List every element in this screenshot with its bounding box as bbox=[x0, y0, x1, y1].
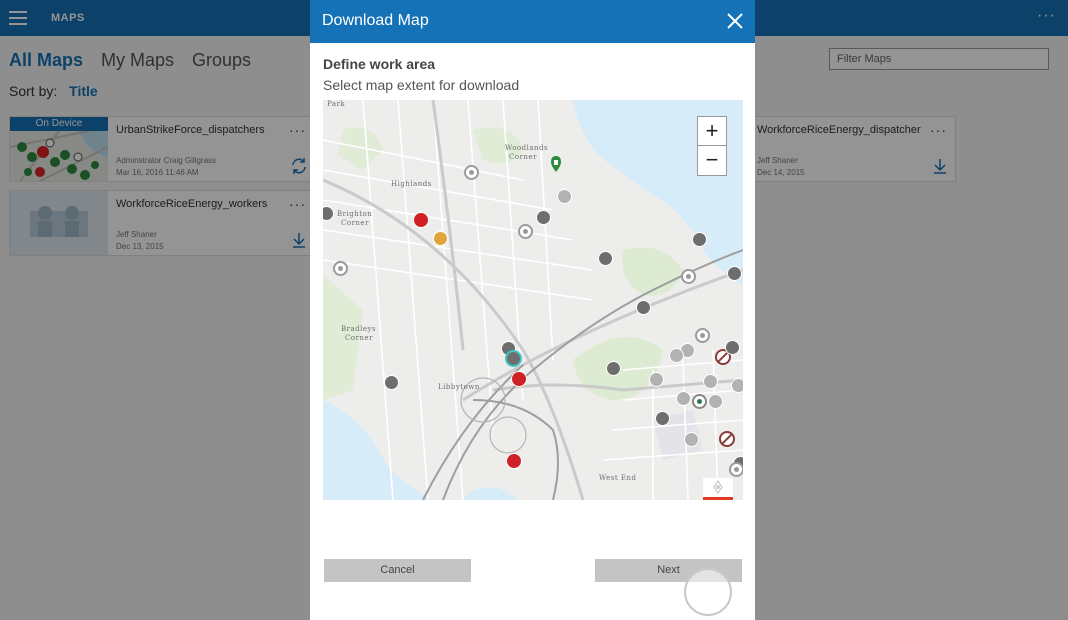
map-marker[interactable] bbox=[433, 231, 448, 246]
map-marker[interactable] bbox=[384, 375, 399, 390]
cancel-button[interactable]: Cancel bbox=[324, 559, 471, 582]
zoom-control: + − bbox=[697, 116, 727, 176]
map-marker[interactable] bbox=[731, 378, 743, 393]
map-marker[interactable] bbox=[684, 432, 699, 447]
map-marker[interactable] bbox=[649, 372, 664, 387]
map-marker[interactable] bbox=[536, 210, 551, 225]
map-label: West End bbox=[599, 474, 637, 482]
work-area-subheading: Select map extent for download bbox=[323, 77, 520, 93]
dialog-title: Download Map bbox=[322, 12, 429, 29]
map-marker[interactable] bbox=[725, 340, 740, 355]
map-label: Corner bbox=[509, 153, 537, 161]
touch-indicator bbox=[684, 568, 732, 616]
map-marker[interactable] bbox=[703, 374, 718, 389]
map-label: Park bbox=[327, 100, 346, 108]
map-marker[interactable] bbox=[464, 165, 479, 180]
map-extent-view[interactable]: Park Woodlands Corner Highlands Brighton… bbox=[323, 100, 743, 500]
map-marker[interactable] bbox=[333, 261, 348, 276]
map-marker[interactable] bbox=[606, 361, 621, 376]
close-icon[interactable] bbox=[723, 9, 747, 33]
map-marker[interactable] bbox=[692, 394, 707, 409]
map-marker[interactable] bbox=[669, 348, 684, 363]
map-marker[interactable] bbox=[727, 266, 742, 281]
map-marker[interactable] bbox=[676, 391, 691, 406]
map-marker[interactable] bbox=[505, 350, 522, 367]
map-marker[interactable] bbox=[729, 462, 743, 477]
map-marker[interactable] bbox=[557, 189, 572, 204]
map-marker[interactable] bbox=[518, 224, 533, 239]
map-marker[interactable] bbox=[506, 453, 522, 469]
dialog-header: Download Map bbox=[310, 0, 755, 43]
map-label: Brighton bbox=[337, 210, 373, 218]
compass-icon[interactable] bbox=[703, 478, 733, 500]
download-map-dialog: Download Map Define work area Select map… bbox=[310, 0, 755, 620]
map-marker[interactable] bbox=[692, 232, 707, 247]
map-marker[interactable] bbox=[413, 212, 429, 228]
no-entry-marker[interactable] bbox=[719, 431, 735, 447]
map-label: Highlands bbox=[391, 180, 432, 188]
map-label: Corner bbox=[341, 219, 369, 227]
map-label: Corner bbox=[345, 334, 373, 342]
zoom-out-button[interactable]: − bbox=[698, 146, 726, 175]
location-pin-icon[interactable] bbox=[551, 156, 561, 172]
map-label: Woodlands bbox=[505, 144, 549, 152]
map-marker[interactable] bbox=[708, 394, 723, 409]
map-marker[interactable] bbox=[655, 411, 670, 426]
map-label: Bradleys bbox=[341, 325, 377, 333]
map-marker[interactable] bbox=[681, 269, 696, 284]
map-label: Libbytown bbox=[438, 383, 480, 391]
map-marker[interactable] bbox=[511, 371, 527, 387]
map-marker[interactable] bbox=[598, 251, 613, 266]
map-marker[interactable] bbox=[695, 328, 710, 343]
zoom-in-button[interactable]: + bbox=[698, 117, 726, 146]
map-marker[interactable] bbox=[636, 300, 651, 315]
work-area-heading: Define work area bbox=[323, 56, 436, 72]
